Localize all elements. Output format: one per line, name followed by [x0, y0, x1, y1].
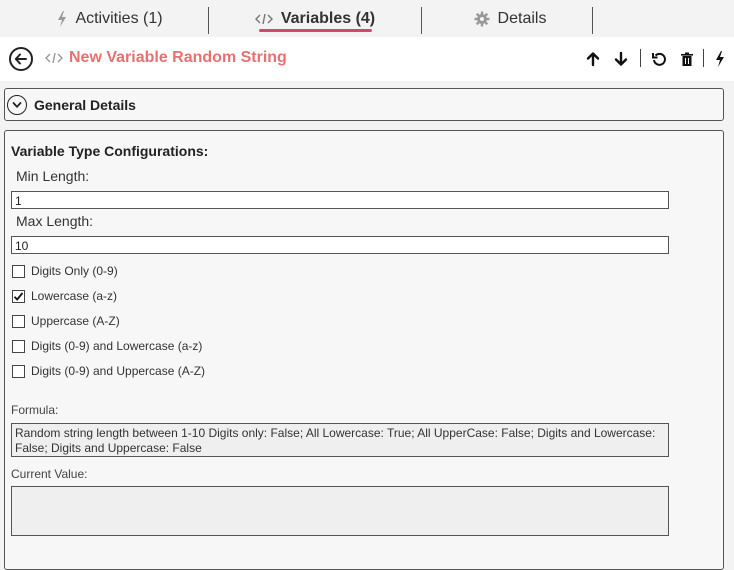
- tab-bar: Activities (1) Variables (4) Details: [0, 0, 734, 37]
- min-length-label: Min Length:: [16, 168, 90, 184]
- execute-button[interactable]: [710, 49, 730, 69]
- arrow-down-icon: [614, 51, 628, 66]
- formula-text: Random string length between 1-10 Digits…: [11, 423, 669, 457]
- current-value-label: Current Value:: [11, 467, 88, 481]
- back-button[interactable]: [9, 47, 33, 71]
- trash-icon: [681, 52, 693, 66]
- checkmark-icon: [13, 291, 24, 301]
- option-digits-uppercase[interactable]: Digits (0-9) and Uppercase (A-Z): [12, 363, 205, 379]
- tab-activities-label: Activities (1): [75, 9, 163, 27]
- variable-config-panel: Variable Type Configurations: Min Length…: [4, 130, 724, 570]
- option-digits-only[interactable]: Digits Only (0-9): [12, 263, 118, 279]
- gear-icon: [474, 11, 490, 27]
- tab-details-label: Details: [497, 9, 547, 27]
- lightning-icon: [57, 10, 67, 27]
- toolbar-divider: [640, 49, 641, 67]
- arrow-up-icon: [586, 52, 600, 67]
- tab-divider: [592, 7, 593, 34]
- max-length-label: Max Length:: [16, 213, 94, 229]
- move-down-button[interactable]: [611, 49, 631, 69]
- reset-button[interactable]: [649, 49, 669, 69]
- toolbar-divider: [703, 49, 704, 67]
- option-uppercase[interactable]: Uppercase (A-Z): [12, 313, 120, 329]
- option-label: Digits (0-9) and Uppercase (A-Z): [31, 364, 206, 378]
- delete-button[interactable]: [677, 49, 697, 69]
- option-digits-lowercase[interactable]: Digits (0-9) and Lowercase (a-z): [12, 338, 202, 354]
- tab-details[interactable]: Details: [460, 0, 560, 37]
- code-icon: [254, 13, 273, 25]
- variable-header: New Variable Random String: [0, 37, 734, 81]
- general-details-label: General Details: [34, 97, 136, 113]
- option-lowercase[interactable]: Lowercase (a-z): [12, 288, 117, 304]
- tab-divider: [421, 7, 422, 34]
- option-label: Uppercase (A-Z): [31, 314, 120, 328]
- move-up-button[interactable]: [583, 49, 603, 69]
- checkbox-checked[interactable]: [12, 289, 25, 303]
- tab-activities[interactable]: Activities (1): [40, 0, 180, 37]
- config-title: Variable Type Configurations:: [11, 143, 209, 159]
- arrow-left-icon: [14, 53, 27, 65]
- general-details-panel[interactable]: General Details: [4, 88, 724, 121]
- code-icon: [44, 51, 64, 70]
- min-length-input[interactable]: 1: [11, 191, 669, 209]
- checkbox[interactable]: [12, 314, 25, 328]
- tab-variables-label: Variables (4): [280, 9, 376, 27]
- option-label: Digits Only (0-9): [31, 264, 118, 278]
- undo-icon: [652, 52, 666, 66]
- checkbox[interactable]: [12, 339, 25, 353]
- current-value-field: [11, 486, 669, 536]
- active-tab-indicator: [259, 29, 372, 32]
- option-label: Digits (0-9) and Lowercase (a-z): [31, 339, 203, 353]
- checkbox[interactable]: [12, 364, 25, 378]
- checkbox[interactable]: [12, 264, 25, 278]
- lightning-icon: [716, 51, 724, 67]
- formula-label: Formula:: [11, 403, 59, 417]
- chevron-down-icon[interactable]: [7, 95, 27, 115]
- page-title: New Variable Random String: [69, 49, 287, 66]
- max-length-input[interactable]: 10: [11, 236, 669, 254]
- option-label: Lowercase (a-z): [31, 289, 118, 303]
- tab-divider: [208, 7, 209, 34]
